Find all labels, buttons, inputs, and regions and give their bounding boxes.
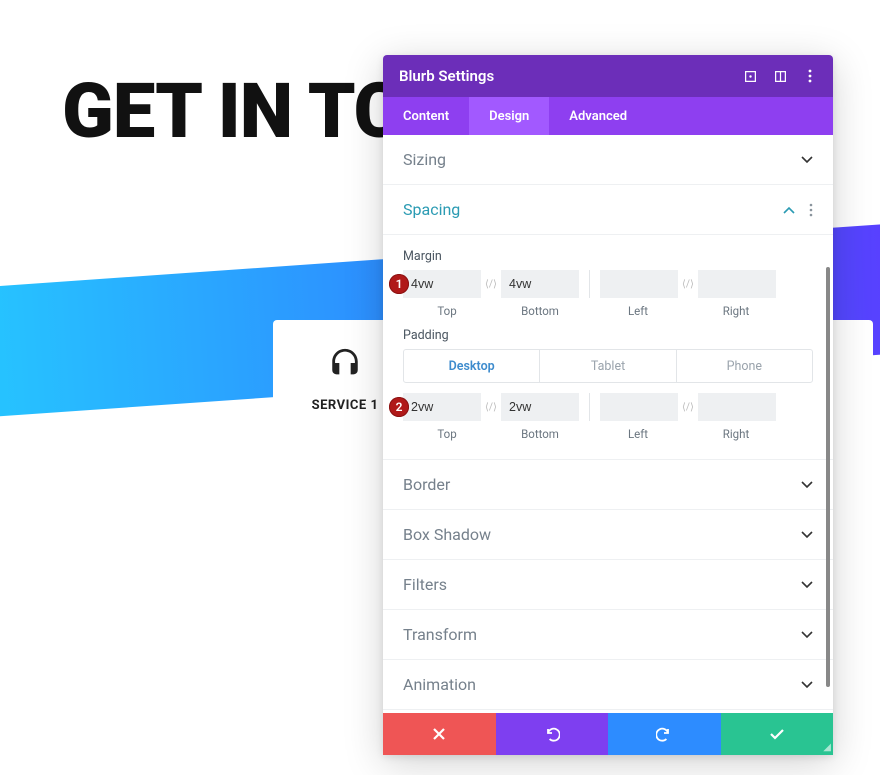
sub-left: Left: [589, 427, 687, 441]
tab-content[interactable]: Content: [383, 97, 469, 135]
padding-bottom-input[interactable]: [501, 393, 579, 421]
link-icon[interactable]: ⟨/⟩: [481, 270, 501, 298]
panel-header: Blurb Settings: [383, 55, 833, 97]
link-icon[interactable]: ⟨/⟩: [678, 393, 698, 421]
section-label: Spacing: [403, 200, 460, 219]
tab-design[interactable]: Design: [469, 97, 549, 135]
sub-left: Left: [589, 304, 687, 318]
section-border[interactable]: Border: [383, 460, 833, 510]
callout-marker-1: 1: [389, 274, 409, 294]
sub-bottom: Bottom: [491, 304, 589, 318]
chevron-down-icon: [801, 581, 813, 589]
tab-advanced[interactable]: Advanced: [549, 97, 647, 135]
check-icon: [769, 728, 785, 740]
columns-icon[interactable]: [773, 69, 787, 83]
margin-right-input[interactable]: [698, 270, 776, 298]
sub-right: Right: [687, 304, 785, 318]
headphones-icon: [328, 346, 362, 380]
section-label: Filters: [403, 575, 447, 594]
margin-row: 1 ⟨/⟩ ⟨/⟩: [403, 270, 813, 298]
section-label: Sizing: [403, 150, 446, 169]
margin-bottom-input[interactable]: [501, 270, 579, 298]
margin-top-input[interactable]: [403, 270, 481, 298]
padding-right-input[interactable]: [698, 393, 776, 421]
device-tablet[interactable]: Tablet: [539, 350, 675, 382]
service-blurb: SERVICE 1: [305, 346, 385, 413]
save-button[interactable]: ◢: [721, 713, 834, 755]
spacing-body: Margin 1 ⟨/⟩ ⟨/⟩ Top Bottom Left Right P…: [383, 235, 833, 460]
section-label: Animation: [403, 675, 476, 694]
service-label: SERVICE 1: [305, 398, 385, 413]
panel-title: Blurb Settings: [399, 67, 494, 85]
section-box-shadow[interactable]: Box Shadow: [383, 510, 833, 560]
redo-icon: [656, 726, 672, 742]
undo-icon: [544, 726, 560, 742]
padding-top-input[interactable]: [403, 393, 481, 421]
redo-button[interactable]: [608, 713, 721, 755]
sub-bottom: Bottom: [491, 427, 589, 441]
panel-tabs: Content Design Advanced: [383, 97, 833, 135]
padding-label: Padding: [403, 328, 813, 343]
section-filters[interactable]: Filters: [383, 560, 833, 610]
device-tabs: Desktop Tablet Phone: [403, 349, 813, 383]
callout-marker-2: 2: [389, 397, 409, 417]
section-transform[interactable]: Transform: [383, 610, 833, 660]
device-phone[interactable]: Phone: [676, 350, 812, 382]
panel-scroll: Sizing Spacing Margin 1 ⟨/⟩: [383, 135, 833, 713]
margin-label: Margin: [403, 249, 813, 264]
link-icon[interactable]: ⟨/⟩: [678, 270, 698, 298]
resize-handle-icon[interactable]: ◢: [823, 742, 831, 753]
background-heading: GET IN TC: [62, 66, 403, 156]
divider: [589, 270, 590, 298]
chevron-down-icon: [801, 681, 813, 689]
chevron-down-icon: [801, 531, 813, 539]
device-desktop[interactable]: Desktop: [404, 350, 539, 382]
section-label: Transform: [403, 625, 477, 644]
sub-top: Top: [403, 427, 491, 441]
divider: [589, 393, 590, 421]
padding-sub-labels: Top Bottom Left Right: [403, 427, 813, 441]
settings-panel: Blurb Settings Content Design Advanced S…: [383, 55, 833, 755]
padding-row: 2 ⟨/⟩ ⟨/⟩: [403, 393, 813, 421]
section-options-icon[interactable]: [809, 203, 813, 217]
margin-sub-labels: Top Bottom Left Right: [403, 304, 813, 318]
padding-left-input[interactable]: [600, 393, 678, 421]
chevron-up-icon: [783, 206, 795, 214]
close-icon: [432, 727, 446, 741]
section-animation[interactable]: Animation: [383, 660, 833, 710]
kebab-icon[interactable]: [803, 69, 817, 83]
cancel-button[interactable]: [383, 713, 496, 755]
sub-right: Right: [687, 427, 785, 441]
scrollbar[interactable]: [826, 267, 830, 687]
margin-left-input[interactable]: [600, 270, 678, 298]
panel-footer: ◢: [383, 713, 833, 755]
section-spacing[interactable]: Spacing: [383, 185, 833, 235]
undo-button[interactable]: [496, 713, 609, 755]
section-label: Border: [403, 475, 450, 494]
chevron-down-icon: [801, 156, 813, 164]
link-icon[interactable]: ⟨/⟩: [481, 393, 501, 421]
section-label: Box Shadow: [403, 525, 491, 544]
sub-top: Top: [403, 304, 491, 318]
expand-icon[interactable]: [743, 69, 757, 83]
chevron-down-icon: [801, 481, 813, 489]
section-sizing[interactable]: Sizing: [383, 135, 833, 185]
chevron-down-icon: [801, 631, 813, 639]
